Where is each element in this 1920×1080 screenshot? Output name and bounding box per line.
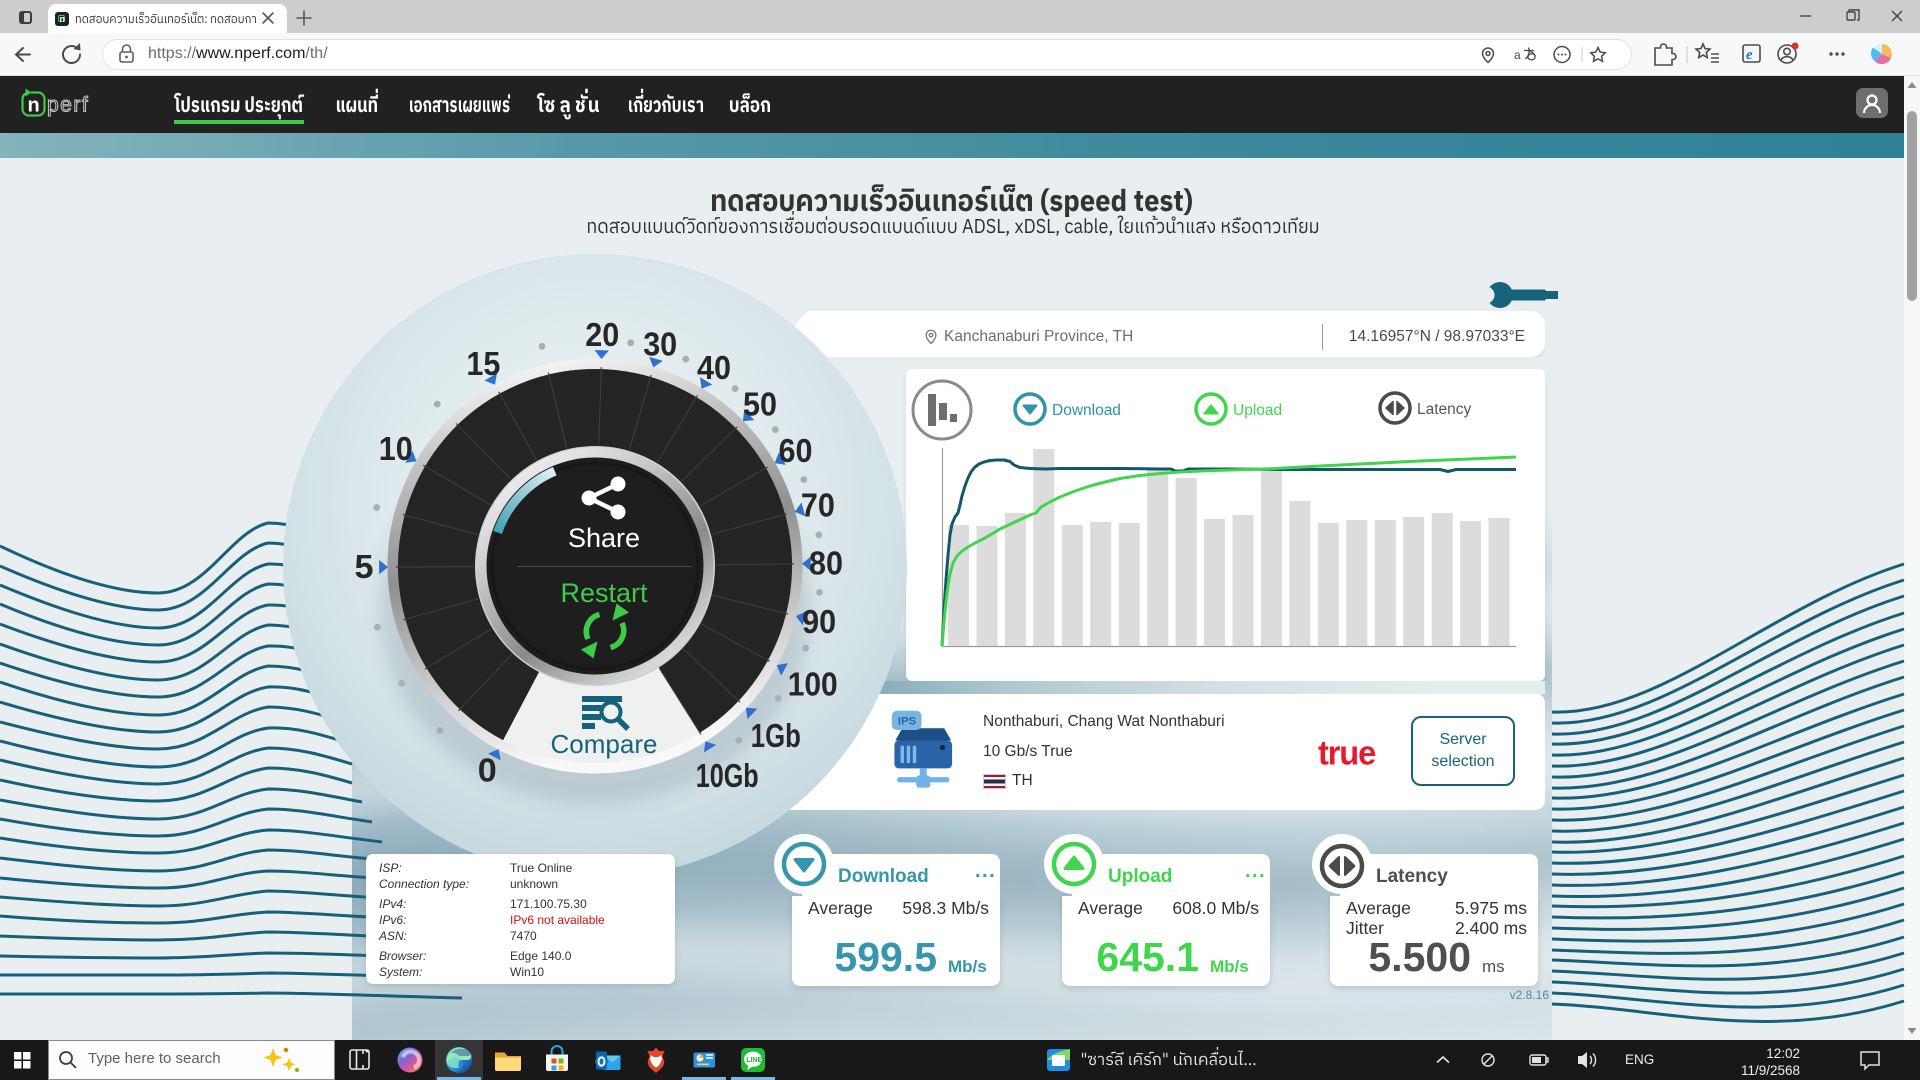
- svg-text:LINE: LINE: [746, 1057, 762, 1064]
- svg-text:IPS: IPS: [898, 716, 917, 728]
